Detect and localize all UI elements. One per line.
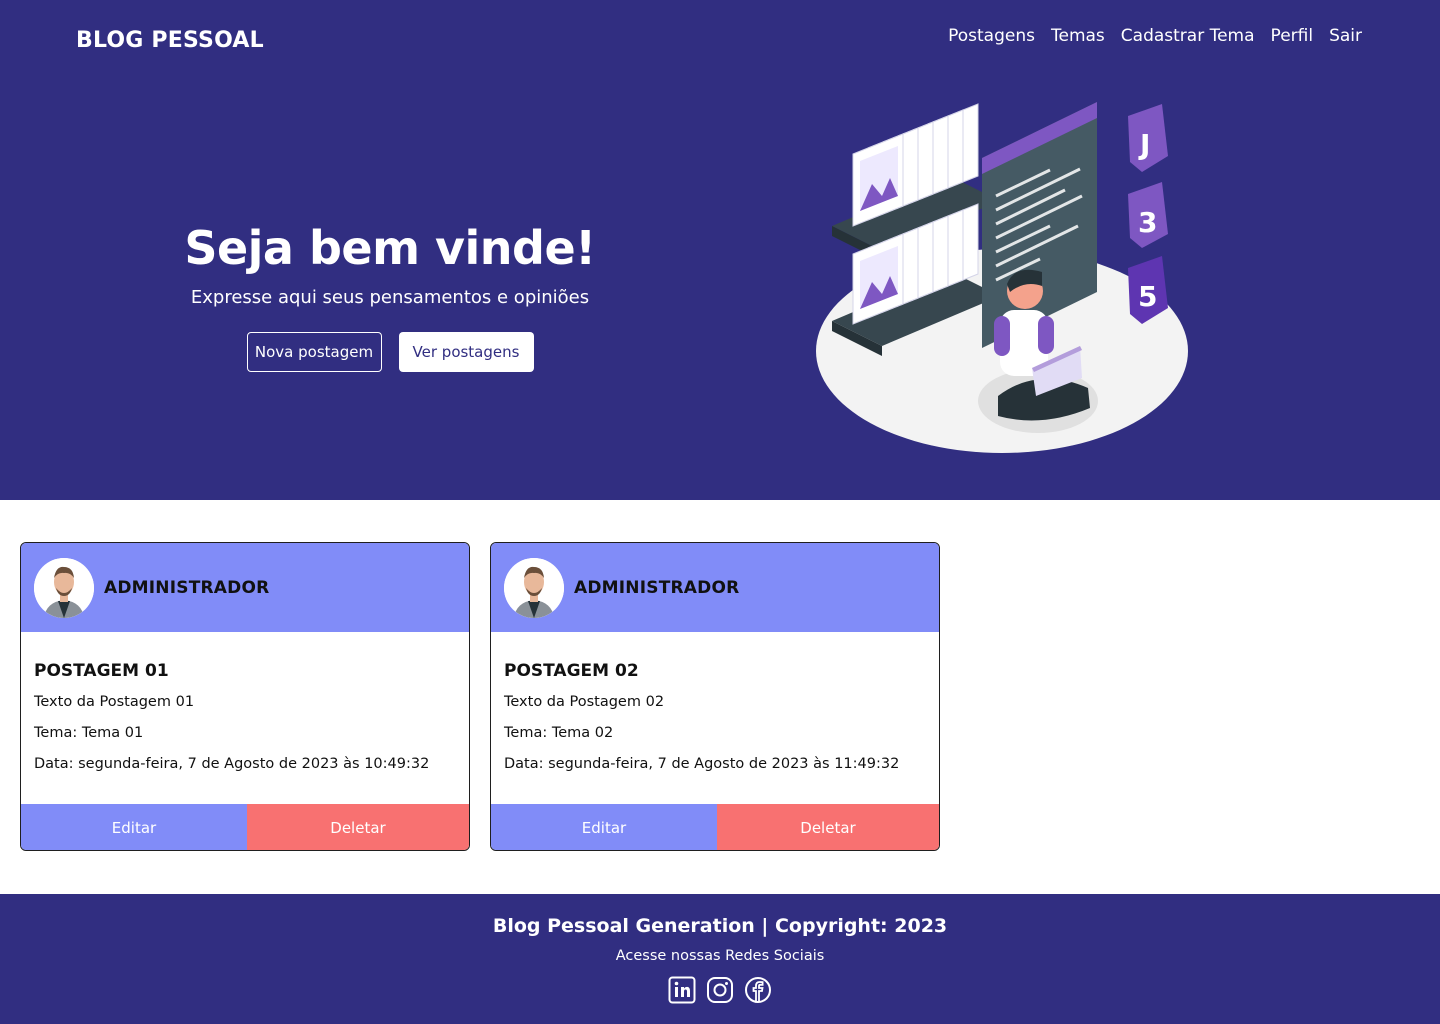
delete-button[interactable]: Deletar — [247, 804, 469, 850]
facebook-icon[interactable] — [744, 976, 772, 1004]
view-posts-button[interactable]: Ver postagens — [398, 332, 534, 372]
user-avatar-icon — [34, 557, 94, 618]
footer-title: Blog Pessoal Generation | Copyright: 202… — [492, 915, 948, 937]
hero-actions: Nova postagem Ver postagens — [150, 332, 630, 372]
nav-postagens[interactable]: Postagens — [948, 26, 1035, 46]
new-post-button[interactable]: Nova postagem — [246, 332, 382, 372]
post-author: ADMINISTRADOR — [104, 577, 270, 598]
linkedin-icon[interactable] — [668, 976, 696, 1004]
post-theme: Tema: Tema 02 — [504, 725, 614, 741]
avatar — [504, 557, 564, 618]
post-date: Data: segunda-feira, 7 de Agosto de 2023… — [504, 756, 900, 772]
main-nav: Postagens Temas Cadastrar Tema Perfil Sa… — [948, 26, 1362, 46]
nav-cadastrar-tema[interactable]: Cadastrar Tema — [1121, 26, 1255, 46]
nav-temas[interactable]: Temas — [1051, 26, 1105, 46]
social-links — [0, 976, 1440, 1004]
nav-sair[interactable]: Sair — [1329, 26, 1362, 46]
post-title: POSTAGEM 02 — [504, 661, 639, 681]
post-date: Data: segunda-feira, 7 de Agosto de 2023… — [34, 756, 430, 772]
developer-illustration: J 3 5 — [816, 102, 1188, 453]
post-theme: Tema: Tema 01 — [34, 725, 144, 741]
post-card: ADMINISTRADOR POSTAGEM 01 Texto da Posta… — [20, 542, 470, 851]
avatar — [34, 557, 94, 618]
hero-title: Seja bem vinde! — [184, 221, 596, 275]
post-text: Texto da Postagem 02 — [504, 694, 665, 710]
footer-subtitle: Acesse nossas Redes Sociais — [615, 948, 825, 964]
footer: Blog Pessoal Generation | Copyright: 202… — [0, 894, 1440, 1024]
post-card-actions: Editar Deletar — [491, 804, 939, 850]
hero: Seja bem vinde! Expresse aqui seus pensa… — [150, 218, 630, 372]
post-card: ADMINISTRADOR POSTAGEM 02 Texto da Posta… — [490, 542, 940, 851]
post-text: Texto da Postagem 01 — [34, 694, 195, 710]
svg-text:5: 5 — [1138, 280, 1157, 313]
top-banner: BLOG PESSOAL Postagens Temas Cadastrar T… — [0, 0, 1440, 500]
svg-text:3: 3 — [1138, 206, 1157, 239]
post-card-header: ADMINISTRADOR — [21, 543, 469, 632]
post-author: ADMINISTRADOR — [574, 577, 740, 598]
post-card-body: POSTAGEM 02 Texto da Postagem 02 Tema: T… — [491, 632, 939, 804]
svg-text:J: J — [1138, 128, 1150, 161]
post-card-actions: Editar Deletar — [21, 804, 469, 850]
post-card-header: ADMINISTRADOR — [491, 543, 939, 632]
edit-button[interactable]: Editar — [21, 804, 247, 850]
instagram-icon[interactable] — [706, 976, 734, 1004]
hero-subtitle: Expresse aqui seus pensamentos e opiniõe… — [190, 287, 590, 308]
user-avatar-icon — [504, 557, 564, 618]
post-title: POSTAGEM 01 — [34, 661, 169, 681]
post-card-body: POSTAGEM 01 Texto da Postagem 01 Tema: T… — [21, 632, 469, 804]
delete-button[interactable]: Deletar — [717, 804, 939, 850]
nav-perfil[interactable]: Perfil — [1271, 26, 1314, 46]
edit-button[interactable]: Editar — [491, 804, 717, 850]
brand-logo[interactable]: BLOG PESSOAL — [76, 28, 264, 53]
